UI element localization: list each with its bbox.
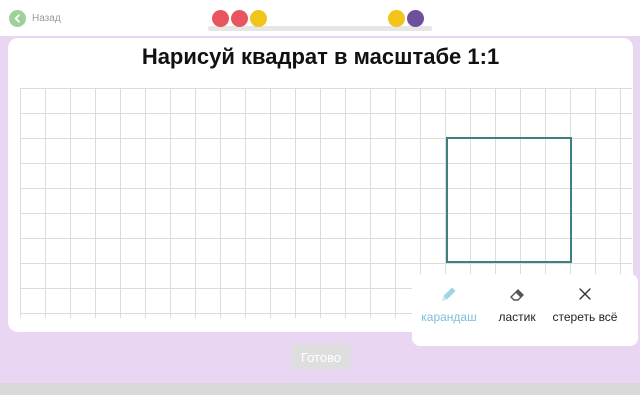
progress-dots-left	[212, 10, 267, 27]
pencil-label: карандаш	[421, 310, 477, 324]
progress-dot	[231, 10, 248, 27]
pencil-icon	[414, 282, 484, 306]
tool-panel: карандаш ластик стереть всё	[412, 274, 638, 346]
close-icon	[550, 282, 620, 306]
bottom-bar	[0, 383, 640, 395]
eraser-tool[interactable]: ластик	[482, 282, 552, 324]
eraser-icon	[482, 282, 552, 306]
progress-dot	[407, 10, 424, 27]
back-label: Назад	[32, 12, 61, 24]
clear-all-label: стереть всё	[552, 310, 618, 324]
top-bar: Назад	[0, 0, 640, 36]
back-arrow-icon	[9, 9, 26, 27]
progress-dots-right	[388, 10, 424, 27]
done-button[interactable]: Готово	[291, 344, 351, 370]
clear-all-tool[interactable]: стереть всё	[550, 282, 620, 324]
progress-dot	[212, 10, 229, 27]
task-title: Нарисуй квадрат в масштабе 1:1	[141, 44, 500, 69]
progress-dot	[250, 10, 267, 27]
pencil-tool[interactable]: карандаш	[414, 282, 484, 324]
back-button[interactable]: Назад	[9, 9, 61, 27]
sample-square	[446, 137, 572, 263]
progress-dot	[388, 10, 405, 27]
eraser-label: ластик	[498, 310, 536, 324]
